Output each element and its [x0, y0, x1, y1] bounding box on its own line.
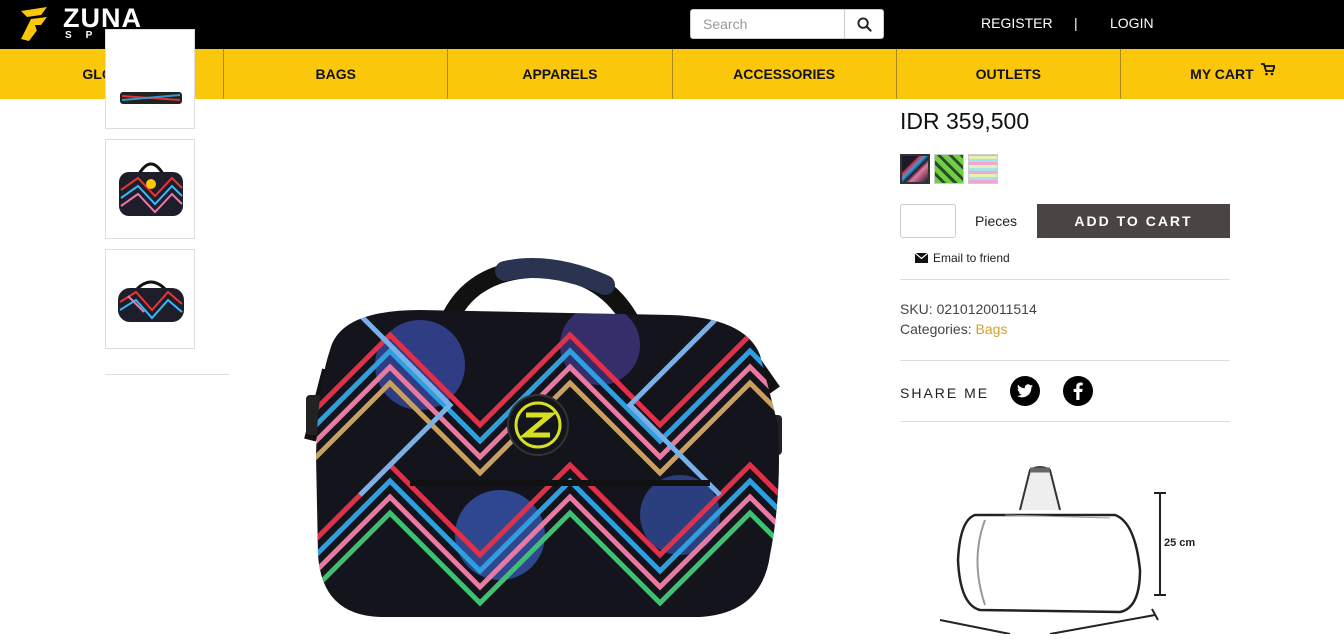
- categories-label: Categories:: [900, 321, 972, 337]
- search-box: [690, 9, 884, 39]
- zuna-logo-icon: [21, 7, 47, 41]
- nav-accessories[interactable]: ACCESSORIES: [673, 49, 897, 99]
- thumbnail-2[interactable]: [105, 139, 195, 239]
- nav-my-cart[interactable]: MY CART: [1121, 49, 1344, 99]
- pieces-label: Pieces: [975, 213, 1018, 229]
- sku-line: SKU: 0210120011514: [900, 301, 1037, 317]
- twitter-button[interactable]: [1010, 376, 1040, 406]
- dimension-label: 25 cm: [1164, 537, 1196, 549]
- main-nav: GLOVES BAGS APPARELS ACCESSORIES OUTLETS…: [0, 49, 1344, 99]
- size-diagram: 25 cm: [930, 460, 1220, 635]
- nav-apparels-label: APPARELS: [522, 66, 598, 82]
- auth-separator: |: [1074, 15, 1078, 31]
- divider-2: [900, 360, 1230, 361]
- product-price: IDR 359,500: [900, 108, 1030, 134]
- product-image: [300, 255, 790, 634]
- facebook-button[interactable]: [1063, 376, 1093, 406]
- nav-bags[interactable]: BAGS: [224, 49, 449, 99]
- nav-my-cart-label: MY CART: [1190, 66, 1254, 82]
- share-label: SHARE ME: [900, 385, 990, 401]
- quantity-input[interactable]: [900, 204, 956, 238]
- email-to-friend-link[interactable]: Email to friend: [915, 251, 1010, 265]
- thumbnail-1[interactable]: [105, 29, 195, 129]
- thumbnail-3[interactable]: [105, 249, 195, 349]
- nav-apparels[interactable]: APPARELS: [448, 49, 673, 99]
- divider-3: [900, 421, 1230, 422]
- facebook-icon: [1073, 382, 1083, 400]
- search-button[interactable]: [844, 10, 883, 38]
- top-bar: ZUNA SPORT REGISTER | LOGIN: [0, 0, 1344, 49]
- sku-value: 0210120011514: [936, 301, 1037, 317]
- swatch-green-chevron[interactable]: [934, 154, 964, 184]
- categories-line: Categories: Bags: [900, 321, 1007, 337]
- twitter-icon: [1017, 384, 1033, 398]
- sku-label: SKU:: [900, 301, 933, 317]
- search-icon: [856, 16, 872, 32]
- email-to-friend-label: Email to friend: [933, 251, 1010, 265]
- nav-accessories-label: ACCESSORIES: [733, 66, 836, 82]
- swatch-pastel-stripes[interactable]: [968, 154, 998, 184]
- swatch-multicolor-dark[interactable]: [900, 154, 930, 184]
- add-to-cart-button[interactable]: ADD TO CART: [1037, 204, 1230, 238]
- nav-outlets[interactable]: OUTLETS: [897, 49, 1121, 99]
- login-link[interactable]: LOGIN: [1110, 15, 1154, 31]
- nav-bags-label: BAGS: [315, 66, 356, 82]
- brand-name: ZUNA: [63, 3, 142, 33]
- cart-icon: [1260, 63, 1276, 79]
- divider-1: [900, 279, 1230, 280]
- color-swatches: [900, 154, 998, 184]
- nav-outlets-label: OUTLETS: [975, 66, 1041, 82]
- search-input[interactable]: [691, 10, 845, 38]
- category-link-bags[interactable]: Bags: [975, 321, 1007, 337]
- thumbnail-divider: [105, 374, 229, 375]
- register-link[interactable]: REGISTER: [981, 15, 1053, 31]
- envelope-icon: [915, 253, 928, 263]
